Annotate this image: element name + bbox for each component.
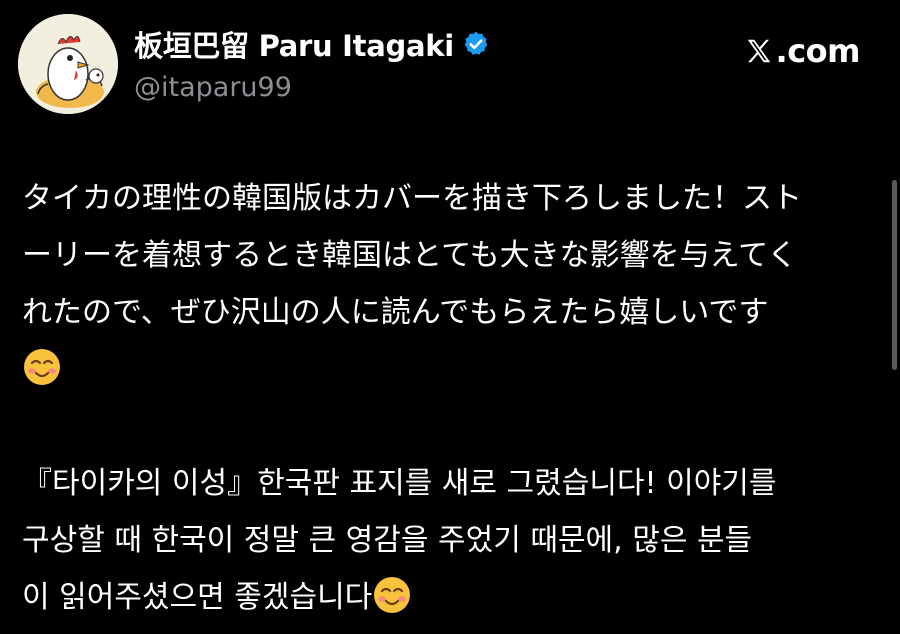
post-line-kr-3: 이 읽어주셨으면 좋겠습니다 xyxy=(22,580,373,615)
post-line-kr-3-row: 이 읽어주셨으면 좋겠습니다 xyxy=(22,569,872,626)
author-handle[interactable]: @itaparu99 xyxy=(134,72,490,103)
site-domain: .com xyxy=(775,32,861,70)
post-line-jp-2: ーリーを着想するとき韓国はとても大きな影響を与えてく xyxy=(22,238,798,273)
author-info: 板垣巴留 Paru Itagaki @itaparu99 xyxy=(134,24,490,103)
x-logo-icon xyxy=(744,36,774,66)
avatar[interactable] xyxy=(18,14,118,114)
name-row: 板垣巴留 Paru Itagaki xyxy=(134,24,490,64)
post-text: タイカの理性の韓国版はカバーを描き下ろしました！スト ーリーを着想するとき韓国は… xyxy=(22,170,872,626)
post-header: 板垣巴留 Paru Itagaki @itaparu99 .com xyxy=(18,14,882,114)
display-name[interactable]: 板垣巴留 Paru Itagaki xyxy=(134,23,454,65)
post-line-jp-1: タイカの理性の韓国版はカバーを描き下ろしました！スト xyxy=(22,181,802,216)
site-label[interactable]: .com xyxy=(744,32,861,70)
verified-badge-icon xyxy=(462,30,490,58)
post-line-kr-1: 『타이카의 이성』한국판 표지를 새로 그렸습니다! 이야기를 xyxy=(22,466,777,501)
rooster-avatar xyxy=(18,14,118,114)
smiling-face-icon xyxy=(372,575,412,615)
scrollbar[interactable] xyxy=(892,180,897,370)
post-line-kr-2: 구상할 때 한국이 정말 큰 영감을 주었기 때문에, 많은 분들 xyxy=(22,523,753,558)
emoji-line xyxy=(22,341,872,398)
smiling-face-icon xyxy=(22,347,62,387)
post-line-jp-3: れたので、ぜひ沢山の人に読んでもらえたら嬉しいです xyxy=(22,295,769,330)
